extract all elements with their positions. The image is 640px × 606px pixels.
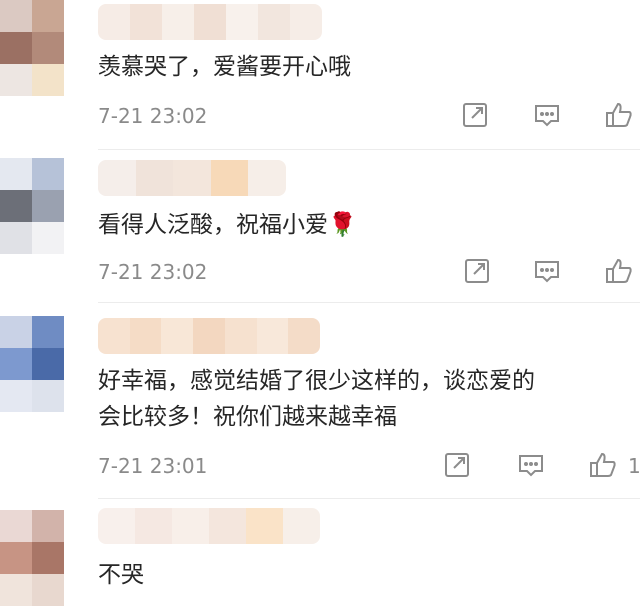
- comment-time: 7-21 23:02: [98, 104, 208, 128]
- thumbs-up-icon[interactable]: [588, 450, 620, 482]
- share-icon[interactable]: [442, 450, 474, 482]
- username-blurred[interactable]: [98, 160, 286, 196]
- share-icon[interactable]: [462, 256, 494, 288]
- comment-item: 不哭: [0, 502, 640, 606]
- comment-text: 不哭: [98, 562, 144, 588]
- comment-text: 看得人泛酸，祝福小爱🌹: [98, 212, 357, 238]
- comment-item: 看得人泛酸，祝福小爱🌹 7-21 23:02: [0, 150, 640, 303]
- comment-meta: 7-21 23:01 1: [98, 450, 640, 482]
- comment-time: 7-21 23:01: [98, 454, 208, 478]
- comment-text-line-1: 好幸福，感觉结婚了很少这样的，谈恋爱的: [98, 368, 535, 394]
- comment-text-line-2: 会比较多！祝你们越来越幸福: [98, 404, 397, 430]
- divider: [98, 498, 640, 499]
- comment-icon[interactable]: [516, 450, 548, 482]
- comment-icon[interactable]: [532, 100, 564, 132]
- comment-time: 7-21 23:02: [98, 260, 208, 284]
- comment-item: 羡慕哭了，爱酱要开心哦 7-21 23:02: [0, 0, 640, 150]
- share-icon[interactable]: [460, 100, 492, 132]
- avatar-pixelated[interactable]: [0, 316, 64, 412]
- thumbs-up-icon[interactable]: [604, 256, 636, 288]
- like-count: 1: [628, 454, 640, 478]
- comment-text: 羡慕哭了，爱酱要开心哦: [98, 54, 351, 80]
- avatar-pixelated[interactable]: [0, 0, 64, 96]
- divider: [98, 302, 640, 303]
- username-blurred[interactable]: [98, 508, 320, 544]
- comment-icon[interactable]: [532, 256, 564, 288]
- comment-item: 好幸福，感觉结婚了很少这样的，谈恋爱的 会比较多！祝你们越来越幸福 7-21 2…: [0, 304, 640, 500]
- thumbs-up-icon[interactable]: [604, 100, 636, 132]
- avatar-pixelated[interactable]: [0, 158, 64, 254]
- username-blurred[interactable]: [98, 4, 322, 40]
- avatar-pixelated[interactable]: [0, 510, 64, 606]
- comment-meta: 7-21 23:02: [98, 256, 640, 288]
- username-blurred[interactable]: [98, 318, 320, 354]
- comment-meta: 7-21 23:02: [98, 100, 640, 132]
